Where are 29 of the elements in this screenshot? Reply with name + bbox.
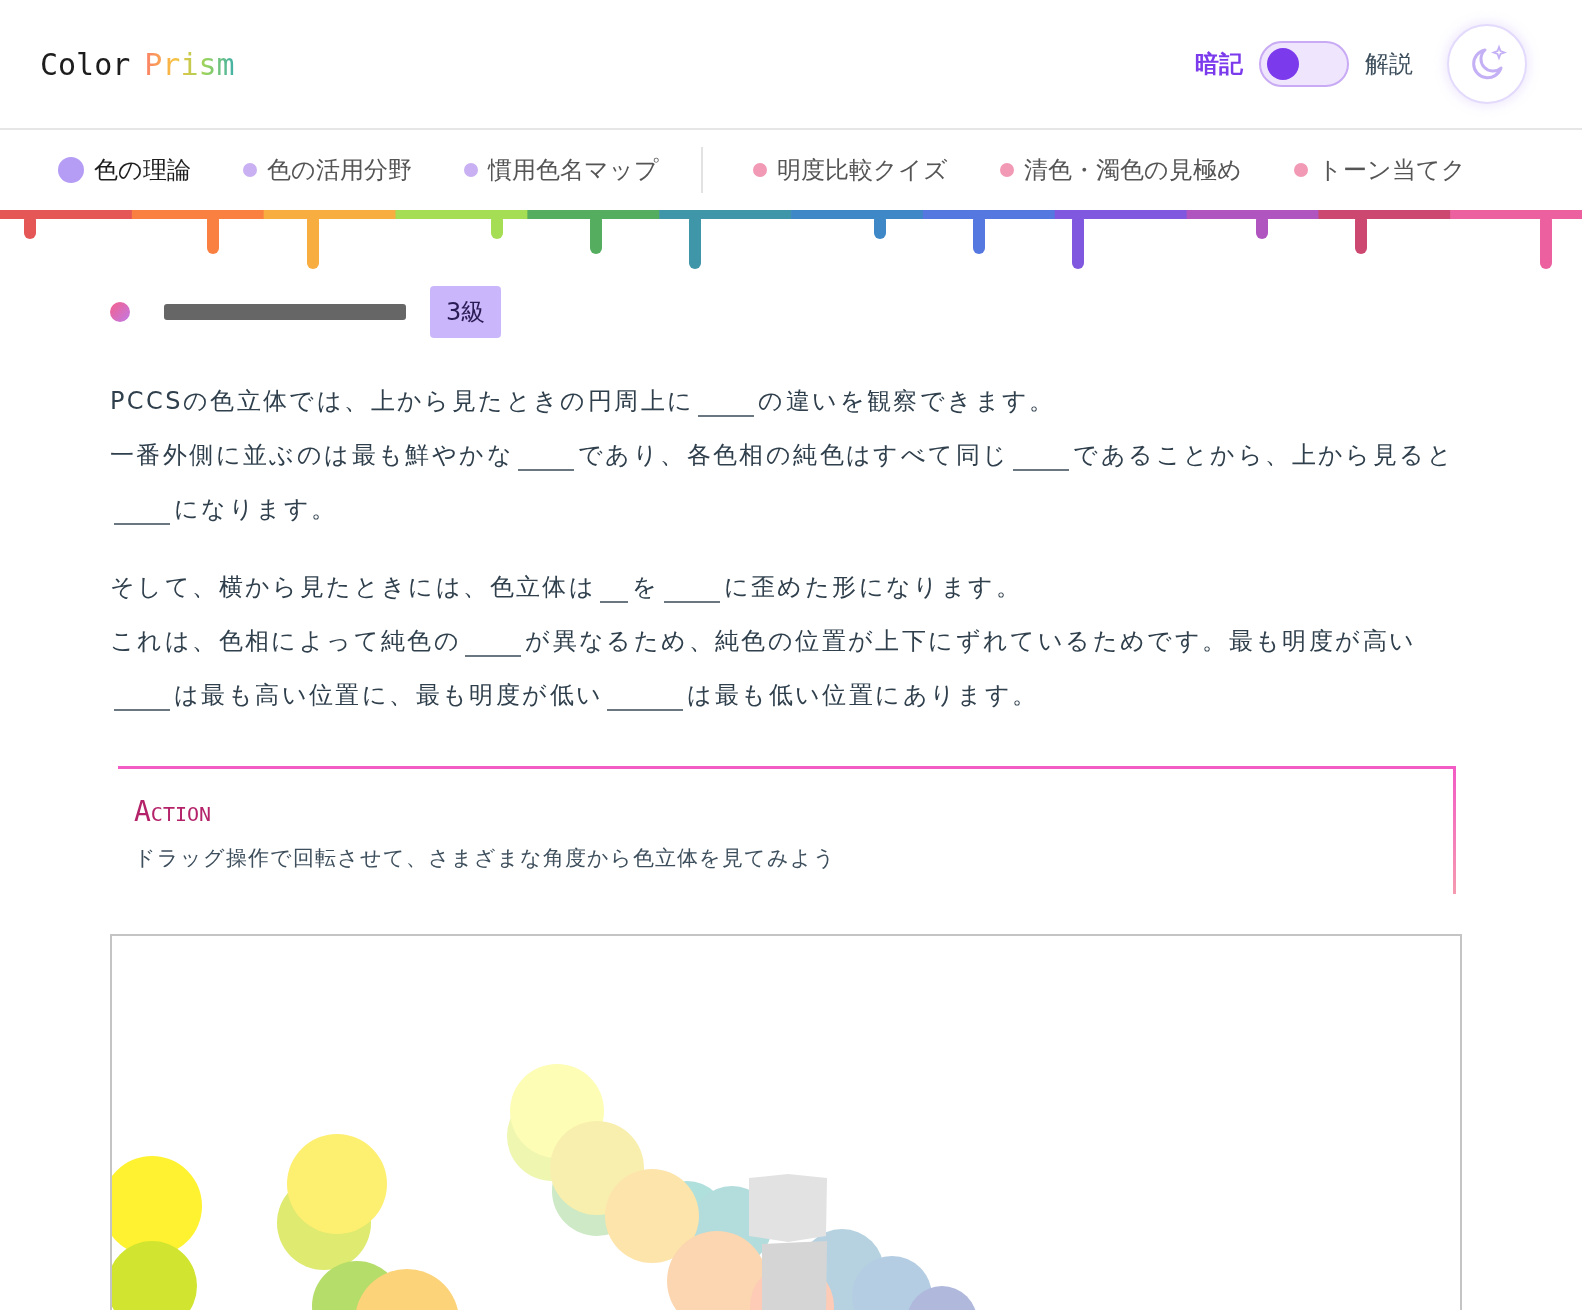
- question-text: そして、横から見たときには、色立体は: [110, 573, 597, 601]
- mode-label[interactable]: 解説: [1365, 48, 1413, 80]
- nav-tab[interactable]: 色の理論: [58, 154, 191, 186]
- section-dot: [110, 302, 130, 322]
- logo-text: Color: [40, 46, 131, 82]
- question-text: になります。: [174, 495, 338, 523]
- mode-switch[interactable]: [1259, 41, 1349, 87]
- mode-label[interactable]: 暗記: [1195, 48, 1243, 80]
- question-text: が異なるため、純色の位置が上下にずれているためです。最も明度が高い: [525, 627, 1417, 655]
- nav-tab[interactable]: 清色・濁色の見極め: [1000, 154, 1242, 186]
- action-title: Action: [134, 795, 213, 828]
- question-text: 一番外側に並ぶのは最も鮮やかな: [110, 441, 514, 469]
- question-text: これは、色相によって純色の: [110, 627, 462, 655]
- question-text: を: [632, 573, 660, 601]
- switch-thumb[interactable]: [1267, 48, 1299, 80]
- nav-tab[interactable]: 明度比較クイズ: [753, 154, 948, 186]
- nav-tab[interactable]: 色の活用分野: [243, 154, 412, 186]
- question-text: に歪めた形になります。: [723, 573, 1022, 601]
- question-text: であることから、上から見ると: [1073, 441, 1454, 469]
- question-text: は最も低い位置にあります。: [687, 681, 1039, 709]
- question-text: は最も高い位置に、最も明度が低い: [174, 681, 604, 709]
- question-text: であり、各色相の純色はすべて同じ: [578, 441, 1010, 469]
- action-text: ドラッグ操作で回転させて、さまざまな角度から色立体を見てみよう: [134, 845, 837, 872]
- nav-tab[interactable]: トーン当てク: [1294, 154, 1466, 186]
- fill-in-line[interactable]: [600, 601, 629, 603]
- nav-tab[interactable]: 慣用色名マップ: [464, 154, 659, 186]
- question-text: の違いを観察できます。: [758, 387, 1056, 415]
- level-badge: 3級: [430, 286, 502, 338]
- question-text: PCCSの色立体では、上から見たときの円周上に: [110, 387, 695, 415]
